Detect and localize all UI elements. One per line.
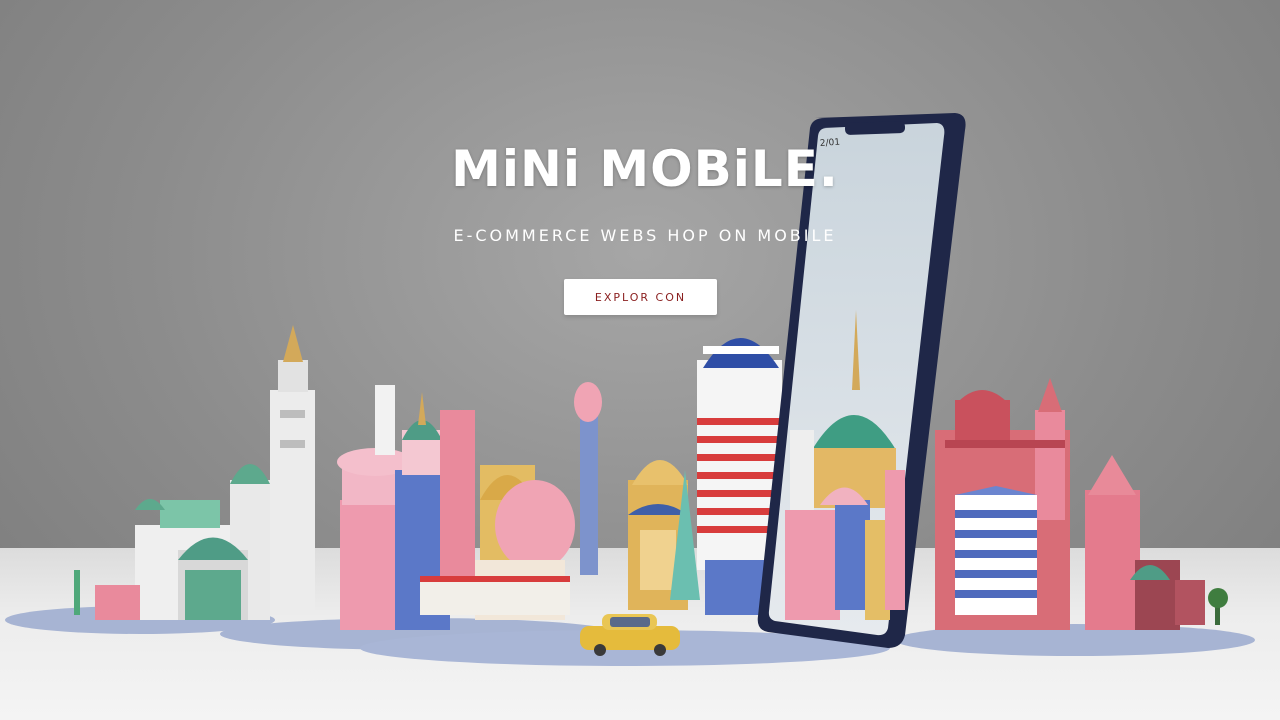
hero-title: MiNi MOBiLE. (451, 140, 839, 198)
phone-notch (844, 121, 906, 135)
smartphone-illustration: 2/01 (757, 113, 966, 648)
explore-button[interactable]: EXPLOR CON (564, 279, 717, 315)
hero-subtitle: E-COMMERCE WEBS HOP ON MOBILE (453, 226, 837, 245)
